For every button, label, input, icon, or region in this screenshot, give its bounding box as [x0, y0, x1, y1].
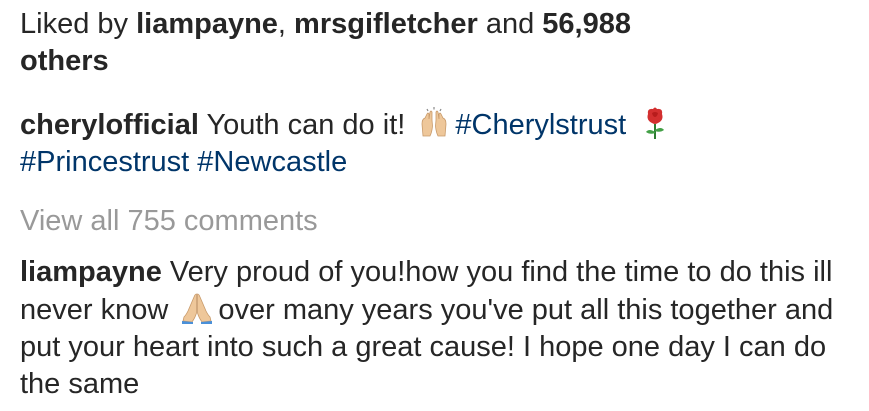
likes-others[interactable]: others	[20, 45, 109, 77]
raising-hands-icon	[417, 106, 451, 140]
post-footer: Liked by liampayne, mrsgifletcher and 56…	[20, 6, 855, 403]
hashtag-newcastle[interactable]: #Newcastle	[197, 146, 347, 178]
likes-prefix: Liked by	[20, 8, 137, 40]
likes-separator: ,	[277, 8, 295, 40]
folded-hands-icon	[180, 291, 214, 325]
comment-username[interactable]: liampayne	[20, 256, 162, 288]
liked-by-user-1[interactable]: liampayne	[136, 8, 278, 40]
likes-and: and	[477, 8, 543, 40]
caption-username[interactable]: cherylofficial	[20, 109, 199, 141]
liked-by-user-2[interactable]: mrsgifletcher	[294, 8, 478, 40]
caption-text: Youth can do it!	[198, 109, 414, 141]
hashtag-princestrust[interactable]: #Princestrust	[20, 146, 189, 178]
comment-item: liampayne Very proud of you!how you find…	[20, 254, 855, 403]
hashtag-cherylstrust[interactable]: #Cherylstrust	[455, 109, 626, 141]
post-caption: cherylofficial Youth can do it! #Cheryls…	[20, 106, 855, 181]
likes-summary[interactable]: Liked by liampayne, mrsgifletcher and 56…	[20, 6, 855, 80]
rose-icon	[638, 106, 672, 140]
likes-count[interactable]: 56,988	[542, 8, 631, 40]
view-all-comments-link[interactable]: View all 755 comments	[20, 203, 855, 240]
